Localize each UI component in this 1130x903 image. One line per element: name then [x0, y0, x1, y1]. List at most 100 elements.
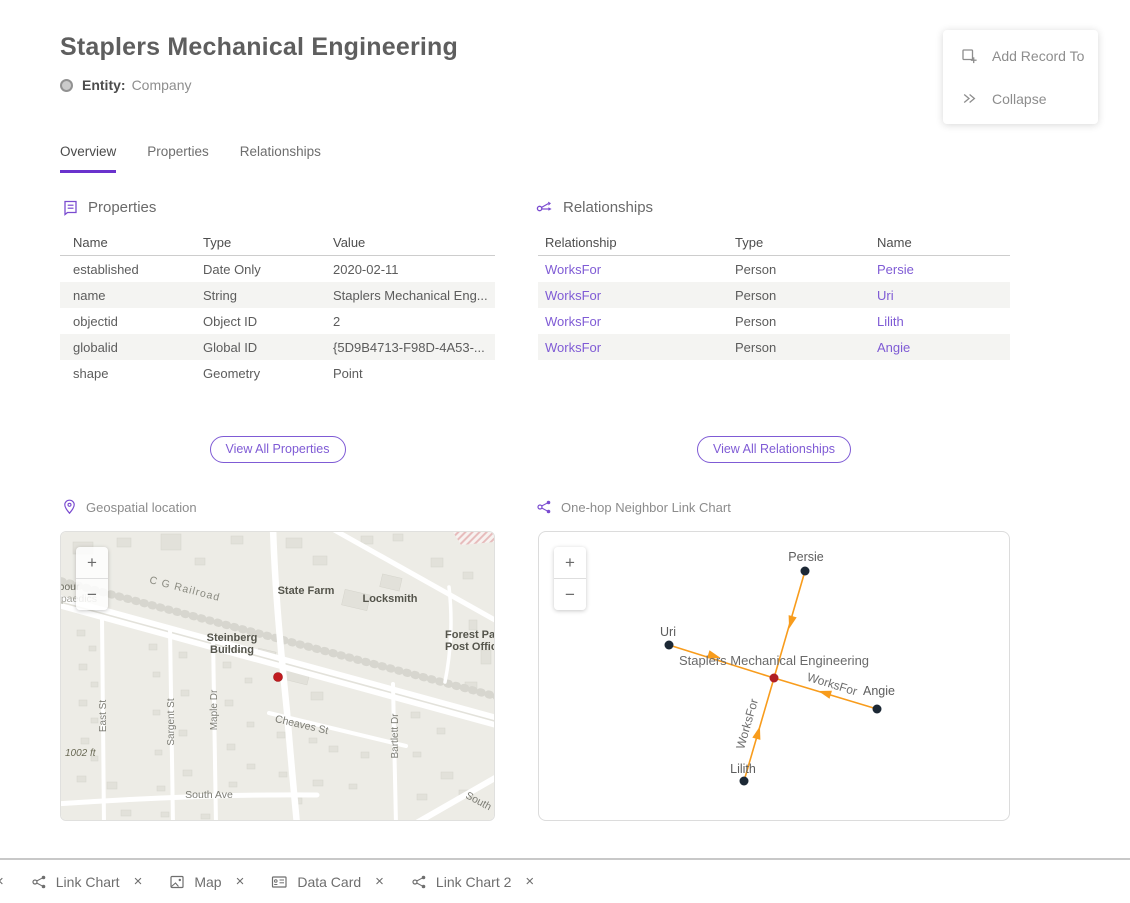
bottom-tab-map[interactable]: Map ×: [169, 873, 244, 890]
tab-properties[interactable]: Properties: [147, 144, 209, 173]
bottom-tab-link-chart-2[interactable]: Link Chart 2 ×: [411, 873, 534, 890]
svg-text:East St: East St: [98, 700, 109, 732]
bottom-tab-link-chart[interactable]: Link Chart ×: [31, 873, 143, 890]
table-row[interactable]: globalid Global ID {5D9B4713-F98D-4A53-.…: [60, 334, 495, 360]
entity-value: Company: [132, 77, 192, 93]
entity-link[interactable]: Angie: [877, 340, 910, 355]
tab-relationships[interactable]: Relationships: [240, 144, 321, 173]
prop-value: Point: [333, 366, 495, 381]
table-row[interactable]: established Date Only 2020-02-11: [60, 256, 495, 282]
node-angie[interactable]: [873, 705, 882, 714]
prop-name: shape: [60, 366, 203, 381]
one-hop-link-chart[interactable]: + − WorksFor WorksFor: [538, 531, 1010, 821]
entity-type-dot-icon: [60, 79, 73, 92]
map-entity-marker[interactable]: [274, 673, 283, 682]
bottom-tab-label: Data Card: [297, 874, 361, 890]
col-header: Value: [333, 235, 495, 250]
prop-value: 2: [333, 314, 495, 329]
svg-text:South Ave: South Ave: [185, 789, 233, 801]
entity-link[interactable]: Lilith: [877, 314, 904, 329]
node-label: Angie: [863, 684, 895, 698]
geospatial-section-header: Geospatial location: [62, 499, 197, 515]
view-all-properties-button[interactable]: View All Properties: [210, 436, 346, 463]
map-canvas[interactable]: State Farm Locksmith Steinberg Building …: [61, 532, 494, 820]
prop-type: Date Only: [203, 262, 333, 277]
partial-tab-close-icon[interactable]: ×: [0, 873, 4, 890]
prop-value: Staplers Mechanical Eng...: [333, 288, 495, 303]
chart-zoom-out-button[interactable]: −: [554, 579, 586, 610]
table-row: WorksFor Person Uri: [538, 282, 1010, 308]
table-row: WorksFor Person Lilith: [538, 308, 1010, 334]
relationships-icon: [536, 199, 554, 216]
rel-type: Person: [735, 340, 877, 355]
table-row: WorksFor Person Angie: [538, 334, 1010, 360]
geospatial-map[interactable]: + −: [60, 531, 495, 821]
relationship-link[interactable]: WorksFor: [545, 262, 601, 277]
link-chart-icon: [411, 874, 427, 890]
bottom-tab-data-card[interactable]: Data Card ×: [271, 873, 384, 890]
col-header: Relationship: [538, 235, 735, 250]
close-tab-icon[interactable]: ×: [525, 873, 534, 890]
edge-label-worksfor[interactable]: WorksFor: [805, 670, 859, 699]
tab-overview[interactable]: Overview: [60, 144, 116, 173]
svg-text:Bartlett Dr: Bartlett Dr: [390, 713, 401, 759]
node-persie[interactable]: [801, 567, 810, 576]
add-record-icon: [961, 47, 978, 64]
bottom-tab-label: Link Chart: [56, 874, 120, 890]
entity-row: Entity: Company: [60, 77, 191, 93]
table-row[interactable]: shape Geometry Point: [60, 360, 495, 386]
link-chart-icon: [31, 874, 47, 890]
properties-table-header: Name Type Value: [60, 230, 495, 256]
entity-label: Entity:: [82, 77, 126, 93]
section-title: Properties: [88, 199, 156, 216]
menu-item-label: Add Record To: [992, 48, 1084, 64]
relationship-link[interactable]: WorksFor: [545, 288, 601, 303]
chart-zoom-in-button[interactable]: +: [554, 547, 586, 578]
chart-zoom-control: + −: [554, 547, 586, 610]
menu-item-collapse[interactable]: Collapse: [943, 77, 1098, 120]
node-center-entity[interactable]: [770, 674, 779, 683]
map-zoom-out-button[interactable]: −: [76, 579, 108, 610]
link-chart-section-header: One-hop Neighbor Link Chart: [536, 499, 731, 515]
view-all-relationships-button[interactable]: View All Relationships: [697, 436, 851, 463]
page-title: Staplers Mechanical Engineering: [60, 33, 458, 62]
table-row[interactable]: name String Staplers Mechanical Eng...: [60, 282, 495, 308]
relationships-section-header: Relationships: [536, 199, 653, 216]
menu-item-add-record-to[interactable]: Add Record To: [943, 34, 1098, 77]
center-node-label: Staplers Mechanical Engineering: [679, 653, 869, 668]
entity-link[interactable]: Persie: [877, 262, 914, 277]
bottom-tab-label: Map: [194, 874, 221, 890]
map-zoom-in-button[interactable]: +: [76, 547, 108, 578]
collapse-icon: [961, 90, 978, 107]
map-icon: [169, 874, 185, 890]
prop-name: globalid: [60, 340, 203, 355]
section-title: One-hop Neighbor Link Chart: [561, 500, 731, 515]
view-all-relationships-wrap: View All Relationships: [538, 436, 1010, 463]
close-tab-icon[interactable]: ×: [375, 873, 384, 890]
relationship-link[interactable]: WorksFor: [545, 314, 601, 329]
link-chart-icon: [536, 499, 552, 515]
map-scale-label: 1002 ft: [65, 748, 97, 759]
entity-link[interactable]: Uri: [877, 288, 894, 303]
node-label: Lilith: [730, 762, 756, 776]
data-card-icon: [271, 874, 288, 890]
table-row[interactable]: objectid Object ID 2: [60, 308, 495, 334]
edge-label-worksfor[interactable]: WorksFor: [733, 697, 761, 751]
relationship-link[interactable]: WorksFor: [545, 340, 601, 355]
link-chart-canvas[interactable]: WorksFor WorksFor Persie Uri Angie Lilit…: [539, 532, 1009, 820]
section-title: Geospatial location: [86, 500, 197, 515]
close-tab-icon[interactable]: ×: [236, 873, 245, 890]
close-tab-icon[interactable]: ×: [134, 873, 143, 890]
rel-type: Person: [735, 314, 877, 329]
tab-strip: Overview Properties Relationships: [60, 144, 321, 173]
svg-text:Locksmith: Locksmith: [362, 593, 417, 605]
node-uri[interactable]: [665, 641, 674, 650]
prop-name: established: [60, 262, 203, 277]
properties-table: Name Type Value established Date Only 20…: [60, 230, 495, 386]
prop-value: {5D9B4713-F98D-4A53-...: [333, 340, 495, 355]
data-card-screen: Staplers Mechanical Engineering Entity: …: [0, 0, 1130, 903]
svg-text:Maple Dr: Maple Dr: [209, 689, 220, 730]
prop-name: objectid: [60, 314, 203, 329]
col-header: Name: [60, 235, 203, 250]
node-lilith[interactable]: [740, 777, 749, 786]
